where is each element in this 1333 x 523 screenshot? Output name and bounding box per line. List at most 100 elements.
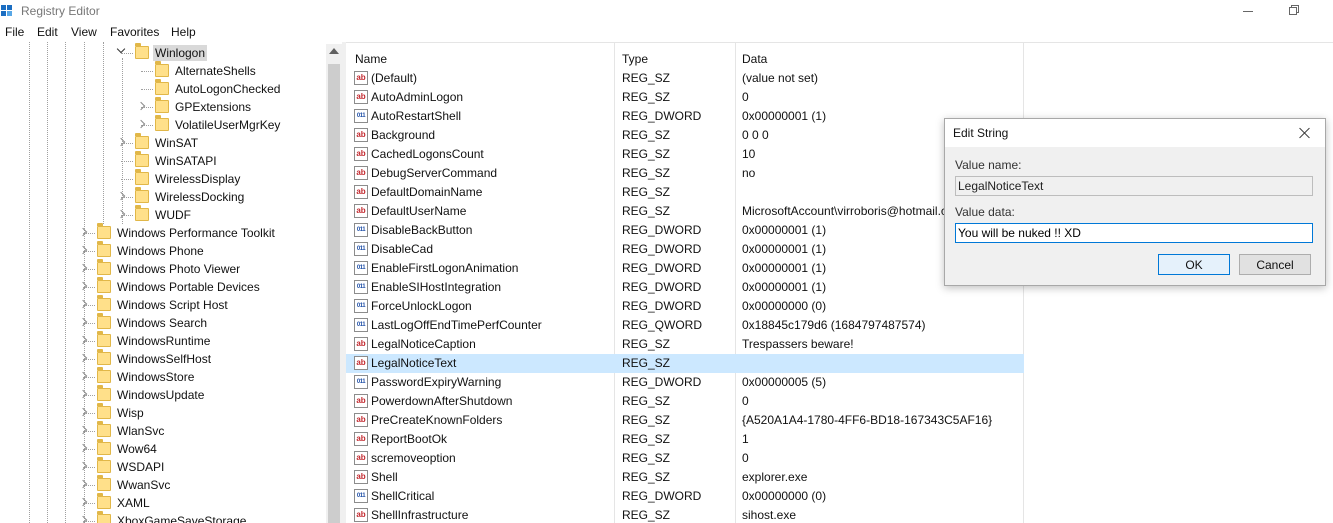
table-row[interactable]: 011 EnableFirstLogonAnimation REG_DWORD 0x0… (346, 259, 1024, 278)
chevron-right-icon[interactable] (78, 479, 88, 489)
menu-file[interactable]: File (5, 25, 24, 39)
tree-item[interactable]: WirelessDocking (0, 187, 326, 206)
tree-item[interactable]: WinSAT (0, 133, 326, 152)
tree-item[interactable]: WindowsUpdate (0, 385, 326, 404)
table-row[interactable]: 011 AutoRestartShell REG_DWORD 0x00000001 (… (346, 107, 1024, 126)
chevron-right-icon[interactable] (116, 137, 126, 147)
chevron-right-icon[interactable] (78, 245, 88, 255)
tree-item[interactable]: Windows Script Host (0, 295, 326, 314)
menu-view[interactable]: View (71, 25, 97, 39)
table-row[interactable]: ab PowerdownAfterShutdown REG_SZ 0 (346, 392, 1024, 411)
tree-item[interactable]: WlanSvc (0, 421, 326, 440)
tree-item[interactable]: Windows Portable Devices (0, 277, 326, 296)
table-row[interactable]: ab Shell REG_SZ explorer.exe (346, 468, 1024, 487)
cancel-button[interactable]: Cancel (1239, 254, 1311, 275)
tree-item[interactable]: Windows Photo Viewer (0, 259, 326, 278)
table-row[interactable]: ab ShellInfrastructure REG_SZ sihost.exe (346, 506, 1024, 523)
tree-item[interactable]: WirelessDisplay (0, 169, 326, 188)
chevron-right-icon[interactable] (78, 335, 88, 345)
chevron-right-icon[interactable] (78, 353, 88, 363)
restore-button[interactable] (1278, 2, 1308, 20)
table-row[interactable]: 011 EnableSIHostIntegration REG_DWORD 0x000… (346, 278, 1024, 297)
cell-name: DisableCad (371, 242, 434, 256)
table-row[interactable]: 011 ForceUnlockLogon REG_DWORD 0x00000000 (… (346, 297, 1024, 316)
table-row[interactable]: 011 PasswordExpiryWarning REG_DWORD 0x00000… (346, 373, 1024, 392)
chevron-right-icon[interactable] (78, 317, 88, 327)
tree-item[interactable]: WindowsStore (0, 367, 326, 386)
column-header-name[interactable]: Name (346, 43, 614, 71)
chevron-right-icon[interactable] (78, 461, 88, 471)
chevron-right-icon[interactable] (136, 119, 146, 129)
tree-item[interactable]: WwanSvc (0, 475, 326, 494)
chevron-right-icon[interactable] (136, 101, 146, 111)
table-row[interactable]: 011 DisableCad REG_DWORD 0x00000001 (1) (346, 240, 1024, 259)
ok-button[interactable]: OK (1158, 254, 1230, 275)
table-row[interactable]: ab AutoAdminLogon REG_SZ 0 (346, 88, 1024, 107)
string-value-icon: ab (354, 451, 368, 465)
column-header-data[interactable]: Data (736, 43, 1024, 71)
chevron-right-icon[interactable] (78, 389, 88, 399)
table-row[interactable]: ab PreCreateKnownFolders REG_SZ {A520A1A4-1… (346, 411, 1024, 430)
tree-scrollbar[interactable] (326, 44, 342, 523)
chevron-right-icon[interactable] (78, 425, 88, 435)
folder-icon (155, 97, 169, 113)
table-row[interactable]: ab DefaultDomainName REG_SZ (346, 183, 1024, 202)
table-row[interactable]: ab (Default) REG_SZ (value not set) (346, 69, 1024, 88)
tree-item[interactable]: XAML (0, 493, 326, 512)
chevron-right-icon[interactable] (78, 497, 88, 507)
folder-icon (155, 79, 169, 95)
minimize-button[interactable] (1235, 2, 1265, 20)
tree-item[interactable]: WindowsSelfHost (0, 349, 326, 368)
tree-item[interactable]: WSDAPI (0, 457, 326, 476)
cell-data: 0x18845c179d6 (1684797487574) (742, 318, 926, 332)
table-row[interactable]: ab CachedLogonsCount REG_SZ 10 (346, 145, 1024, 164)
chevron-right-icon[interactable] (116, 191, 126, 201)
table-row[interactable]: ab scremoveoption REG_SZ 0 (346, 449, 1024, 468)
tree-item[interactable]: AutoLogonChecked (0, 79, 326, 98)
tree-item[interactable]: WinSATAPI (0, 151, 326, 170)
chevron-right-icon[interactable] (78, 443, 88, 453)
cell-name: EnableFirstLogonAnimation (371, 261, 519, 275)
chevron-right-icon[interactable] (78, 281, 88, 291)
key-tree[interactable]: Winlogon AlternateShells AutoLogonChecked G… (0, 42, 342, 523)
tree-item[interactable]: VolatileUserMgrKey (0, 115, 326, 134)
tree-item[interactable]: WindowsRuntime (0, 331, 326, 350)
close-icon[interactable] (1295, 123, 1315, 143)
chevron-right-icon[interactable] (78, 407, 88, 417)
scroll-up-icon[interactable] (329, 48, 339, 54)
tree-item[interactable]: Windows Performance Toolkit (0, 223, 326, 242)
menu-help[interactable]: Help (171, 25, 196, 39)
tree-item[interactable]: GPExtensions (0, 97, 326, 116)
chevron-right-icon[interactable] (78, 263, 88, 273)
value-data-field[interactable] (955, 223, 1313, 243)
tree-item[interactable]: Wisp (0, 403, 326, 422)
table-row[interactable]: 011 LastLogOffEndTimePerfCounter REG_QWORD… (346, 316, 1024, 335)
menu-favorites[interactable]: Favorites (110, 25, 159, 39)
chevron-down-icon[interactable] (116, 44, 126, 54)
tree-item[interactable]: Wow64 (0, 439, 326, 458)
tree-scrollbar-thumb[interactable] (328, 64, 340, 523)
table-row[interactable]: ab LegalNoticeText REG_SZ (346, 354, 1024, 373)
table-row[interactable]: ab DebugServerCommand REG_SZ no (346, 164, 1024, 183)
table-row[interactable]: ab DefaultUserName REG_SZ MicrosoftAccount\… (346, 202, 1024, 221)
value-name-field[interactable] (955, 176, 1313, 196)
tree-item[interactable]: Winlogon (0, 43, 326, 62)
tree-item[interactable]: Windows Phone (0, 241, 326, 260)
table-row[interactable]: ab ReportBootOk REG_SZ 1 (346, 430, 1024, 449)
tree-item[interactable]: Windows Search (0, 313, 326, 332)
table-row[interactable]: ab Background REG_SZ 0 0 0 (346, 126, 1024, 145)
chevron-right-icon[interactable] (78, 299, 88, 309)
column-header-type[interactable]: Type (615, 43, 735, 71)
chevron-right-icon[interactable] (78, 371, 88, 381)
table-row[interactable]: ab LegalNoticeCaption REG_SZ Trespassers be… (346, 335, 1024, 354)
table-row[interactable]: 011 ShellCritical REG_DWORD 0x00000000 (0) (346, 487, 1024, 506)
tree-item[interactable]: WUDF (0, 205, 326, 224)
string-value-icon: ab (354, 128, 368, 142)
tree-item[interactable]: XboxGameSaveStorage (0, 511, 326, 523)
menu-bar: File Edit View Favorites Help (0, 23, 1333, 42)
tree-item[interactable]: AlternateShells (0, 61, 326, 80)
table-row[interactable]: 011 DisableBackButton REG_DWORD 0x00000001 … (346, 221, 1024, 240)
chevron-right-icon[interactable] (116, 209, 126, 219)
menu-edit[interactable]: Edit (37, 25, 58, 39)
chevron-right-icon[interactable] (78, 227, 88, 237)
